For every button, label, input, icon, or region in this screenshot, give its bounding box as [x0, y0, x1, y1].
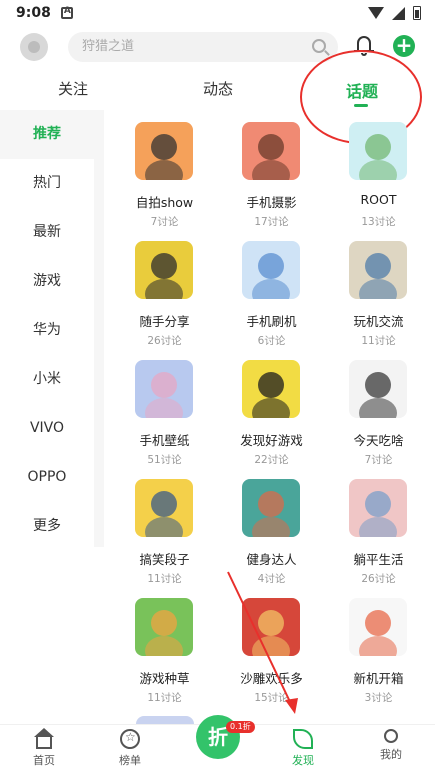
topic-discussion-count: 11讨论	[147, 692, 182, 704]
topic-thumbnail	[242, 241, 300, 299]
nav-discover[interactable]: 发现	[273, 729, 333, 768]
bottom-nav: 首页 榜单 折 0.1折 发现 我的	[0, 715, 435, 773]
topic-card[interactable]: 健身达人 4讨论	[219, 475, 324, 593]
nav-ranking-label: 榜单	[119, 754, 141, 767]
topic-name: 游戏种草	[139, 671, 190, 686]
topic-name: 躺平生活	[353, 552, 404, 567]
sidebar-item-games[interactable]: 游戏	[0, 257, 94, 306]
status-bar: 9:08	[0, 0, 435, 26]
topic-thumbnail	[349, 122, 407, 180]
topic-thumbnail	[349, 479, 407, 537]
topic-discussion-count: 22讨论	[254, 454, 289, 466]
topic-name: 健身达人	[246, 552, 297, 567]
topic-name: 沙雕欢乐多	[240, 671, 303, 686]
category-sidebar: 推荐 热门 最新 游戏 华为 小米 VIVO OPPO 更多	[0, 110, 104, 551]
sidebar-item-hot[interactable]: 热门	[0, 159, 94, 208]
sidebar-item-recommended[interactable]: 推荐	[0, 110, 94, 159]
topic-card[interactable]: 随手分享 26讨论	[112, 237, 217, 355]
topic-thumbnail	[135, 598, 193, 656]
topic-card[interactable]: 躺平生活 26讨论	[326, 475, 431, 593]
topic-name: 自拍show	[135, 195, 194, 210]
nav-profile[interactable]: 我的	[361, 729, 421, 762]
topic-grid: 自拍show 7讨论 手机摄影 17讨论 ROOT 13讨论随手分享 26讨论 手机刷机 6讨论…	[112, 118, 435, 738]
sidebar-item-vivo[interactable]: VIVO	[0, 404, 94, 453]
topic-discussion-count: 11讨论	[361, 335, 396, 347]
topic-card[interactable]: 手机壁纸 51讨论	[112, 356, 217, 474]
topic-card[interactable]: 玩机交流 11讨论	[326, 237, 431, 355]
topic-card[interactable]: 手机刷机 6讨论	[219, 237, 324, 355]
topic-discussion-count: 7讨论	[150, 216, 179, 228]
search-placeholder: 狩猎之道	[82, 39, 135, 54]
topic-name: 今天吃啥	[353, 433, 404, 448]
status-time: 9:08	[16, 5, 51, 21]
ranking-icon	[120, 729, 140, 749]
topic-thumbnail	[349, 598, 407, 656]
sidebar-item-xiaomi[interactable]: 小米	[0, 355, 94, 404]
topic-name: ROOT	[360, 192, 397, 207]
topic-name: 手机壁纸	[139, 433, 190, 448]
sidebar-item-huawei[interactable]: 华为	[0, 306, 94, 355]
search-icon[interactable]	[312, 39, 326, 53]
nav-home[interactable]: 首页	[14, 728, 74, 768]
topic-card[interactable]: 发现好游戏 22讨论	[219, 356, 324, 474]
topic-thumbnail	[349, 241, 407, 299]
topic-thumbnail	[242, 479, 300, 537]
topic-thumbnail	[242, 122, 300, 180]
topic-thumbnail	[135, 122, 193, 180]
topic-card[interactable]: ROOT 13讨论	[326, 118, 431, 236]
topic-thumbnail	[135, 479, 193, 537]
topic-name: 搞笑段子	[139, 552, 190, 567]
topic-discussion-count: 15讨论	[254, 692, 289, 704]
add-icon[interactable]: +	[393, 35, 415, 57]
topic-discussion-count: 26讨论	[147, 335, 182, 347]
battery-icon	[413, 6, 421, 20]
topic-thumbnail	[135, 241, 193, 299]
topic-discussion-count: 3讨论	[364, 692, 393, 704]
topic-thumbnail	[242, 598, 300, 656]
topic-name: 手机刷机	[246, 314, 297, 329]
sidebar-item-oppo[interactable]: OPPO	[0, 453, 94, 502]
avatar[interactable]	[20, 33, 48, 61]
topic-discussion-count: 26讨论	[361, 573, 396, 585]
topic-name: 玩机交流	[353, 314, 404, 329]
topic-name: 发现好游戏	[240, 433, 303, 448]
topic-discussion-count: 4讨论	[257, 573, 286, 585]
tab-follow[interactable]: 关注	[58, 78, 88, 99]
topic-name: 手机摄影	[246, 195, 297, 210]
profile-icon	[384, 729, 398, 743]
topic-card[interactable]: 新机开箱 3讨论	[326, 594, 431, 712]
topic-name: 新机开箱	[353, 671, 404, 686]
notification-icon	[60, 6, 73, 19]
topic-card[interactable]: 手机摄影 17讨论	[219, 118, 324, 236]
discover-icon	[293, 729, 313, 749]
nav-discover-label: 发现	[292, 754, 314, 767]
topic-discussion-count: 6讨论	[257, 335, 286, 347]
nav-profile-label: 我的	[380, 748, 402, 761]
tab-feed[interactable]: 动态	[203, 78, 233, 99]
nav-home-label: 首页	[33, 754, 55, 767]
topic-discussion-count: 11讨论	[147, 573, 182, 585]
sidebar-item-latest[interactable]: 最新	[0, 208, 94, 257]
topic-card[interactable]: 今天吃啥 7讨论	[326, 356, 431, 474]
topic-thumbnail	[242, 360, 300, 418]
search-input[interactable]: 狩猎之道	[68, 32, 338, 62]
topic-thumbnail	[349, 360, 407, 418]
signal-icon	[392, 6, 405, 20]
topic-card[interactable]: 自拍show 7讨论	[112, 118, 217, 236]
sidebar-item-more[interactable]: 更多	[0, 502, 94, 551]
topic-discussion-count: 7讨论	[364, 454, 393, 466]
home-icon	[34, 728, 54, 749]
wifi-icon	[368, 7, 384, 19]
topic-thumbnail	[135, 360, 193, 418]
topic-card[interactable]: 游戏种草 11讨论	[112, 594, 217, 712]
topic-card[interactable]: 搞笑段子 11讨论	[112, 475, 217, 593]
topic-discussion-count: 17讨论	[254, 216, 289, 228]
topic-name: 随手分享	[139, 314, 190, 329]
topic-discussion-count: 51讨论	[147, 454, 182, 466]
nav-ranking[interactable]: 榜单	[100, 729, 160, 768]
discount-badge: 0.1折	[226, 721, 255, 733]
topic-card[interactable]: 沙雕欢乐多 15讨论	[219, 594, 324, 712]
topic-discussion-count: 13讨论	[361, 216, 396, 228]
